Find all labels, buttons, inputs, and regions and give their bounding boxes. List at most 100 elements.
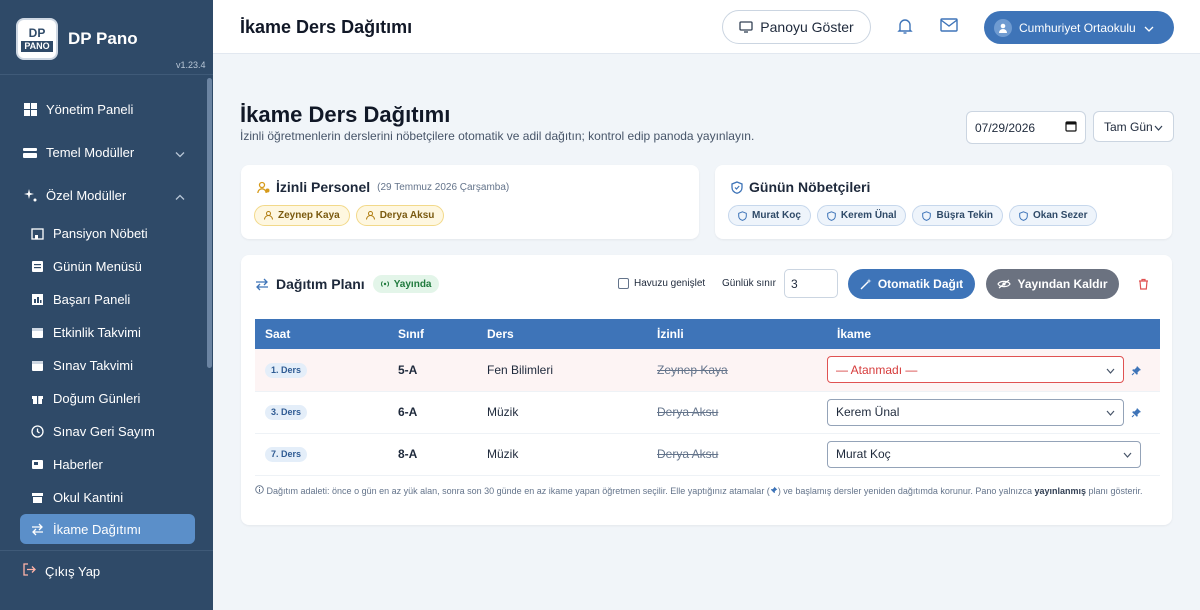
mail-icon[interactable] <box>940 18 958 37</box>
sidebar-item-sinav-takvimi[interactable]: Sınav Takvimi <box>0 349 213 382</box>
footnote-text: planı gösterir. <box>1085 486 1143 496</box>
chevron-down-icon <box>1106 405 1115 419</box>
sidebar-item-label: Başarı Paneli <box>53 292 131 307</box>
sidebar-item-label: Yönetim Paneli <box>46 102 134 117</box>
leave-staff-header: İzinli Personel (29 Temmuz 2026 Çarşamba… <box>257 179 509 195</box>
status-label: Yayında <box>393 278 432 290</box>
day-mode-value: Tam Gün <box>1104 119 1153 134</box>
calendar-icon[interactable] <box>1065 120 1077 135</box>
sidebar-item-haberler[interactable]: Haberler <box>0 448 213 481</box>
sidebar-nav: Yönetim Paneli Temel Modüller Özel Modül… <box>0 88 213 544</box>
leave-staff-chip: Zeynep Kaya <box>254 205 350 226</box>
lesson-badge: 1. Ders <box>265 362 308 378</box>
clock-icon <box>30 425 44 439</box>
store-icon <box>30 491 44 505</box>
user-icon <box>365 211 375 220</box>
bell-icon[interactable] <box>897 18 913 40</box>
logout-label: Çıkış Yap <box>45 563 101 579</box>
app-version: v1.23.4 <box>176 60 206 70</box>
leave-staff-list: Zeynep Kaya Derya Aksu <box>254 205 445 226</box>
distribution-plan-card: Dağıtım Planı Yayında Havuzu genişlet Gü… <box>241 255 1172 525</box>
layers-icon <box>23 146 37 160</box>
auto-distribute-label: Otomatik Dağıt <box>877 277 964 291</box>
pin-icon[interactable] <box>1131 365 1142 376</box>
calendar-icon <box>30 326 44 340</box>
brand[interactable]: DP PANO DP Pano <box>0 0 213 62</box>
sidebar: DP PANO DP Pano v1.23.4 Yönetim Paneli T… <box>0 0 213 610</box>
sidebar-item-pansiyon-nobeti[interactable]: Pansiyon Nöbeti <box>0 217 213 250</box>
cell-izinli: Derya Aksu <box>647 433 827 476</box>
sidebar-item-yonetim-paneli[interactable]: Yönetim Paneli <box>0 88 213 131</box>
table-row: 3. Ders 6-A Müzik Derya Aksu Kerem Ünal <box>255 391 1160 434</box>
duty-staff-chip: Kerem Ünal <box>816 205 907 226</box>
gift-icon <box>30 392 44 406</box>
substitute-value: — Atanmadı — <box>836 362 918 377</box>
show-board-label: Panoyu Göster <box>760 19 854 35</box>
sidebar-item-ikame-dagitimi[interactable]: İkame Dağıtımı <box>20 514 195 544</box>
school-menu-button[interactable]: Cumhuriyet Ortaokulu <box>984 11 1174 44</box>
date-input[interactable]: 07/29/2026 <box>966 111 1086 144</box>
pin-icon <box>770 486 778 496</box>
trash-icon[interactable] <box>1138 277 1149 295</box>
column-header-ders: Ders <box>477 319 647 349</box>
shield-icon <box>827 210 836 221</box>
shield-icon <box>922 210 932 221</box>
cell-sinif: 5-A <box>388 349 477 392</box>
cell-saat: 7. Ders <box>255 433 388 476</box>
chevron-up-icon <box>175 188 185 203</box>
cell-izinli: Derya Aksu <box>647 391 827 434</box>
sidebar-item-etkinlik-takvimi[interactable]: Etkinlik Takvimi <box>0 316 213 349</box>
cell-ders: Fen Bilimleri <box>477 349 647 392</box>
column-header-sinif: Sınıf <box>388 319 477 349</box>
sidebar-item-label: İkame Dağıtımı <box>53 521 142 537</box>
absent-teacher: Zeynep Kaya <box>657 362 728 377</box>
sidebar-item-label: Temel Modüller <box>46 145 135 160</box>
date-value: 07/29/2026 <box>975 120 1036 135</box>
app-logo: DP PANO <box>16 18 58 60</box>
sidebar-item-ozel-moduller[interactable]: Özel Modüller <box>0 174 213 217</box>
checkbox-box[interactable] <box>618 278 629 289</box>
cell-sinif: 6-A <box>388 391 477 434</box>
duty-staff-header: Günün Nöbetçileri <box>731 179 870 195</box>
unpublish-label: Yayından Kaldır <box>1017 277 1108 291</box>
sparkle-icon <box>23 189 37 203</box>
app-name: DP Pano <box>68 29 138 48</box>
calendar-icon <box>30 359 44 373</box>
pin-icon[interactable] <box>1131 407 1142 418</box>
plan-title: Dağıtım Planı <box>276 276 365 292</box>
cell-ders: Müzik <box>477 433 647 476</box>
auto-distribute-button[interactable]: Otomatik Dağıt <box>848 269 975 299</box>
shield-icon <box>738 210 747 221</box>
shield-icon <box>1019 210 1028 221</box>
sidebar-item-temel-moduller[interactable]: Temel Modüller <box>0 131 213 174</box>
trophy-icon <box>30 293 44 307</box>
day-mode-select[interactable]: Tam Gün <box>1093 111 1174 142</box>
absent-teacher: Derya Aksu <box>657 405 719 419</box>
substitute-select[interactable]: — Atanmadı — <box>827 356 1124 384</box>
sidebar-item-label: Haberler <box>53 457 103 472</box>
logo-text-bottom: PANO <box>21 40 53 52</box>
chevron-down-icon <box>1154 120 1163 134</box>
substitute-select[interactable]: Murat Koç <box>827 440 1141 468</box>
substitute-value: Murat Koç <box>836 447 891 461</box>
expand-pool-checkbox[interactable]: Havuzu genişlet <box>618 278 705 289</box>
sidebar-item-basari-paneli[interactable]: Başarı Paneli <box>0 283 213 316</box>
leave-staff-name: Zeynep Kaya <box>278 210 340 221</box>
shield-icon <box>731 180 743 194</box>
duty-staff-name: Okan Sezer <box>1032 210 1088 221</box>
daily-limit-input[interactable]: 3 <box>784 269 838 298</box>
sidebar-item-dogum-gunleri[interactable]: Doğum Günleri <box>0 382 213 415</box>
sidebar-item-okul-kantini[interactable]: Okul Kantini <box>0 481 213 514</box>
duty-staff-name: Murat Koç <box>752 210 801 221</box>
substitute-select[interactable]: Kerem Ünal <box>827 398 1124 426</box>
leave-staff-date: (29 Temmuz 2026 Çarşamba) <box>377 181 510 193</box>
chevron-down-icon <box>175 145 185 160</box>
table-row: 1. Ders 5-A Fen Bilimleri Zeynep Kaya — … <box>255 349 1160 392</box>
show-board-button[interactable]: Panoyu Göster <box>722 10 871 44</box>
leave-staff-card: İzinli Personel (29 Temmuz 2026 Çarşamba… <box>241 165 699 239</box>
sidebar-item-gunun-menusu[interactable]: Günün Menüsü <box>0 250 213 283</box>
unpublish-button[interactable]: Yayından Kaldır <box>986 269 1119 299</box>
chevron-down-icon <box>1106 363 1115 377</box>
logout-button[interactable]: Çıkış Yap <box>23 563 100 579</box>
sidebar-item-sinav-geri-sayim[interactable]: Sınav Geri Sayım <box>0 415 213 448</box>
